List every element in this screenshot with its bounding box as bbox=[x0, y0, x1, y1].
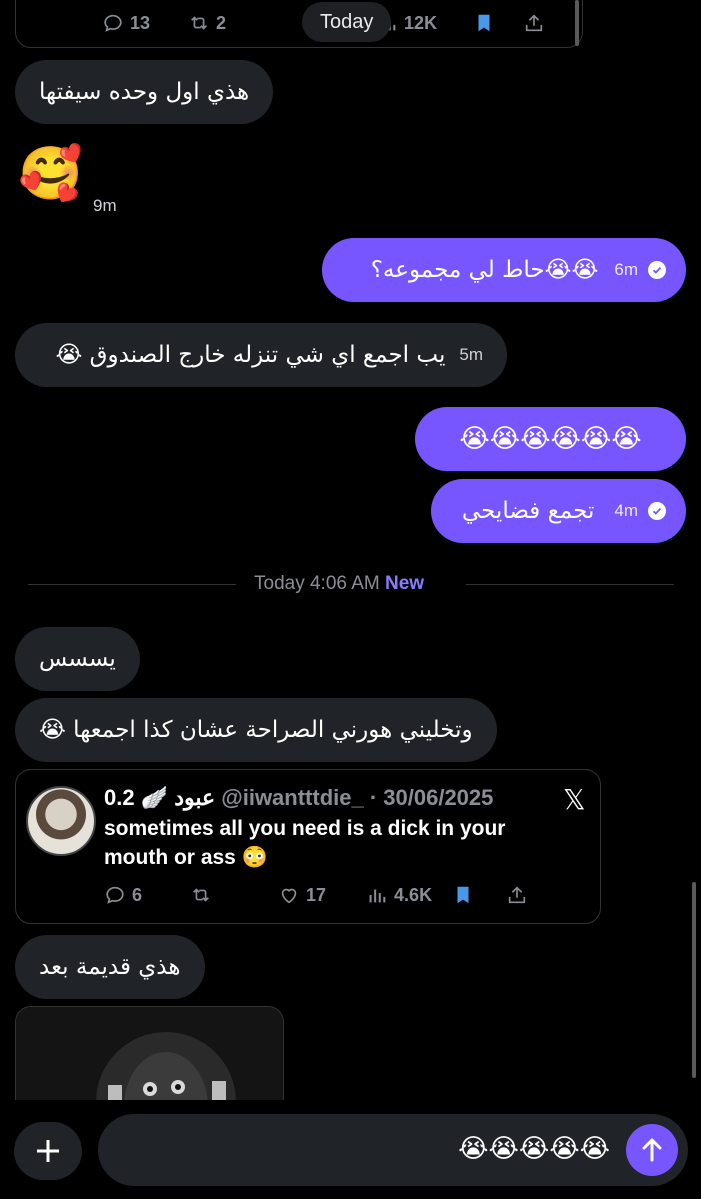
share-action[interactable] bbox=[523, 12, 545, 34]
message-text: هذي قديمة بعد bbox=[39, 954, 181, 980]
divider-line-right bbox=[466, 584, 674, 585]
tweet-handle: @iiwantttdie_ · 30/06/2025 bbox=[221, 785, 494, 810]
views-count: 12K bbox=[404, 12, 438, 33]
message-text: يب اجمع اي شي تنزله خارج الصندوق 😭 bbox=[55, 342, 446, 368]
message-incoming[interactable]: وتخليني هورني الصراحة عشان كذا اجمعها 😭 bbox=[15, 698, 497, 762]
bookmark-icon bbox=[457, 886, 469, 904]
reply-icon bbox=[106, 886, 124, 904]
tweet-display-name: 0.2 🪽 عبود bbox=[104, 785, 216, 810]
message-input-value[interactable]: 😭😭😭😭😭 bbox=[420, 1129, 610, 1169]
message-outgoing[interactable]: 6m 😭😭حاط لي مجموعه؟ bbox=[322, 238, 686, 302]
reply-icon bbox=[104, 14, 122, 32]
views-action[interactable]: 4.6K bbox=[366, 884, 432, 906]
message-text: 😭😭حاط لي مجموعه؟ bbox=[370, 257, 599, 283]
tweet-header: 0.2 🪽 عبود @iiwantttdie_ · 30/06/2025 bbox=[104, 785, 493, 811]
tweet-actions: 6 17 4.6K bbox=[104, 880, 594, 910]
reply-action[interactable]: 6 bbox=[104, 884, 142, 906]
message-incoming[interactable]: هذي قديمة بعد bbox=[15, 935, 205, 999]
message-time: 9m bbox=[93, 196, 117, 215]
repost-action[interactable]: 2 bbox=[188, 12, 226, 34]
repost-action[interactable] bbox=[190, 884, 218, 906]
reply-count: 6 bbox=[132, 884, 143, 905]
date-pill: Today bbox=[302, 2, 392, 42]
media-image bbox=[16, 1007, 283, 1105]
message-incoming[interactable]: 5m يب اجمع اي شي تنزله خارج الصندوق 😭 bbox=[15, 323, 507, 387]
plus-icon bbox=[37, 1140, 59, 1162]
message-text: يسسس bbox=[39, 646, 116, 672]
message-outgoing[interactable]: 😭😭😭😭😭😭 bbox=[415, 407, 686, 471]
new-messages-divider: Today 4:06 AM New bbox=[254, 573, 424, 595]
tweet-text: sometimes all you need is a dick in your… bbox=[104, 817, 506, 869]
share-icon bbox=[508, 886, 526, 904]
avatar[interactable] bbox=[26, 786, 96, 856]
like-action[interactable]: 17 bbox=[278, 884, 326, 906]
divider-time: Today 4:06 AM bbox=[254, 573, 380, 594]
reply-action[interactable]: 13 bbox=[102, 12, 150, 34]
message-incoming[interactable]: هذي اول وحده سيفتها bbox=[15, 60, 274, 124]
read-check-icon bbox=[648, 502, 666, 520]
arrow-up-icon bbox=[642, 1138, 662, 1162]
bookmark-action[interactable] bbox=[452, 884, 474, 906]
message-incoming-emoji[interactable]: 🥰 bbox=[18, 142, 83, 206]
divider-line-left bbox=[28, 584, 236, 585]
message-text: هذي اول وحده سيفتها bbox=[39, 79, 250, 105]
repost-icon bbox=[193, 888, 209, 902]
message-time: 5m bbox=[459, 345, 483, 364]
message-time: 4m bbox=[614, 501, 638, 520]
reply-count: 13 bbox=[130, 12, 151, 33]
add-attachment-button[interactable] bbox=[14, 1122, 82, 1180]
repost-count: 2 bbox=[216, 12, 227, 33]
views-count: 4.6K bbox=[394, 884, 433, 905]
read-check-icon bbox=[648, 261, 666, 279]
repost-icon bbox=[191, 16, 207, 30]
share-icon bbox=[525, 14, 543, 32]
views-icon bbox=[369, 889, 386, 903]
message-time: 6m bbox=[614, 260, 638, 279]
emoji-message: 🥰 bbox=[18, 144, 83, 204]
new-badge: New bbox=[384, 573, 425, 594]
media-attachment[interactable] bbox=[15, 1006, 284, 1106]
message-text: وتخليني هورني الصراحة عشان كذا اجمعها 😭 bbox=[39, 717, 473, 743]
message-outgoing[interactable]: 4m تجمع فضايحي bbox=[431, 479, 686, 543]
like-count: 17 bbox=[306, 884, 327, 905]
share-action[interactable] bbox=[506, 884, 528, 906]
bookmark-action[interactable] bbox=[473, 12, 495, 34]
x-logo-icon: 𝕏 bbox=[563, 783, 586, 816]
chat-scrollbar[interactable] bbox=[692, 882, 696, 1078]
bookmark-icon bbox=[478, 14, 490, 32]
message-text: 😭😭😭😭😭😭 bbox=[459, 424, 642, 454]
heart-icon bbox=[281, 888, 297, 904]
message-text: تجمع فضايحي bbox=[461, 498, 595, 524]
send-button[interactable] bbox=[626, 1124, 678, 1176]
message-incoming[interactable]: يسسس bbox=[15, 627, 140, 691]
